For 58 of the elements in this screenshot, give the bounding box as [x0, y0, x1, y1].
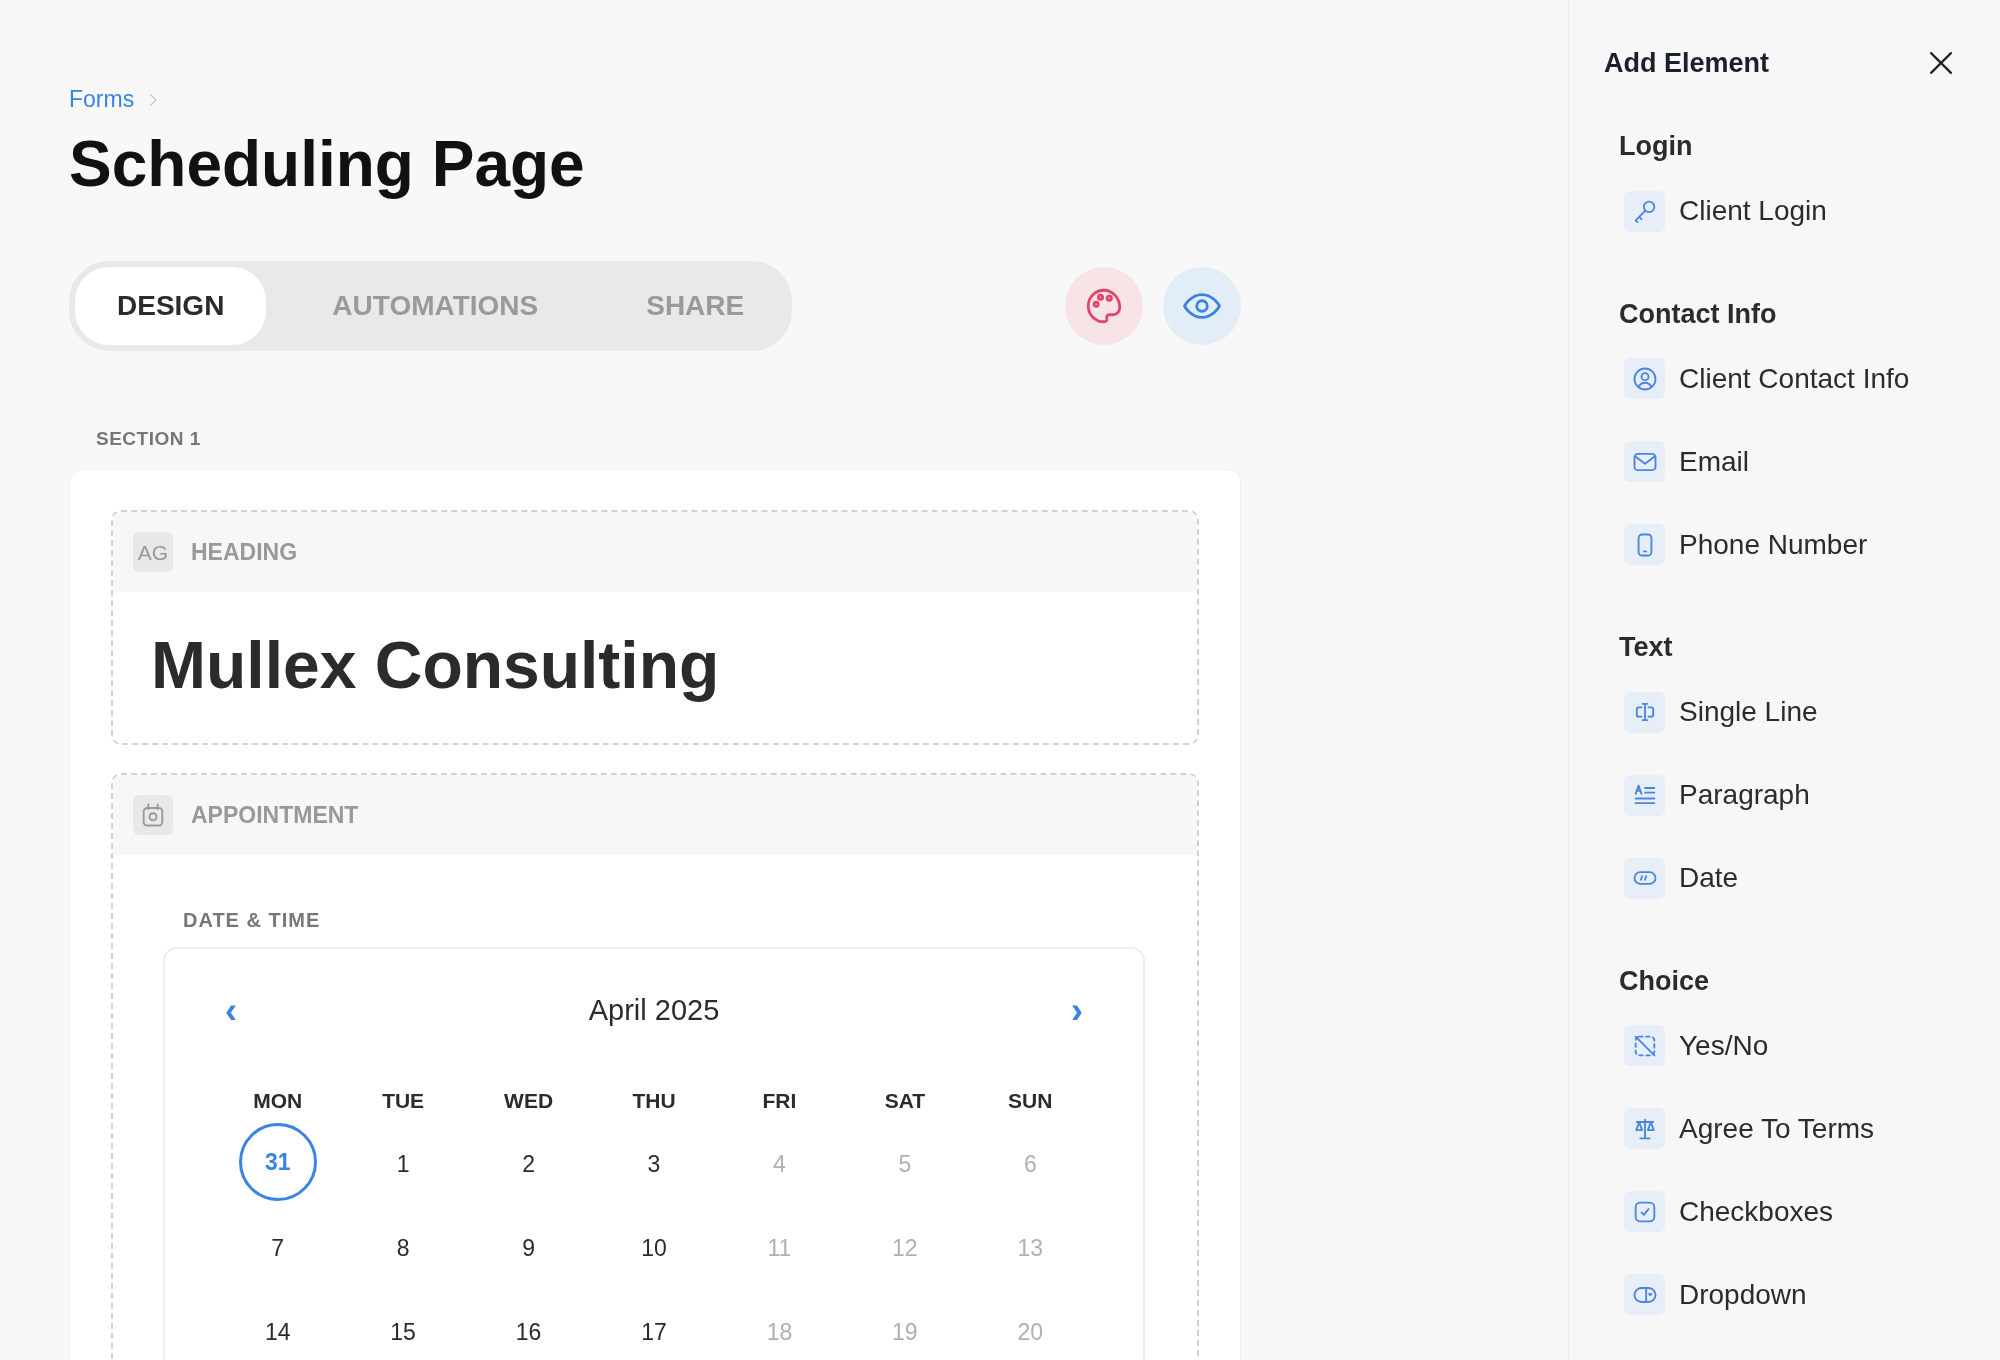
calendar-day[interactable]: 3 — [615, 1144, 693, 1181]
group-heading: Text — [1619, 631, 1674, 664]
panel-title: Add Element — [1604, 46, 1770, 80]
heading-icon: AG — [133, 532, 173, 573]
element-item[interactable]: Single Line — [1624, 681, 1818, 743]
weekday-label: TUE — [381, 1087, 426, 1114]
item-label: Client Contact Info — [1679, 361, 1910, 396]
block-label: APPOINTMENT — [191, 801, 359, 831]
weekday-label: THU — [631, 1087, 677, 1114]
breadcrumb-link[interactable]: Forms — [69, 81, 135, 117]
heading-text: Mullex Consulting — [150, 627, 721, 705]
next-month-button[interactable]: › — [1061, 993, 1093, 1030]
weekday-label: SUN — [1007, 1087, 1054, 1114]
element-item[interactable]: Phone Number — [1624, 514, 1868, 575]
calendar-day[interactable]: 31 — [238, 1123, 317, 1202]
calendar-day[interactable]: 10 — [615, 1228, 693, 1265]
element-item[interactable]: Checkboxes — [1624, 1181, 1834, 1242]
calendar-day[interactable]: 2 — [489, 1144, 568, 1181]
item-label: Phone Number — [1679, 527, 1868, 562]
element-item[interactable]: Email — [1624, 431, 1749, 492]
group-heading: Login — [1619, 130, 1694, 163]
block-label: HEADING — [191, 538, 298, 568]
item-label: Date — [1679, 861, 1739, 895]
element-item[interactable]: Paragraph — [1624, 764, 1810, 826]
element-item[interactable]: Agree To Terms — [1624, 1098, 1875, 1159]
calendar-day[interactable]: 7 — [238, 1228, 317, 1265]
element-item[interactable]: Dropdown — [1624, 1264, 1807, 1325]
calendar-day[interactable]: 17 — [615, 1312, 693, 1349]
item-label: Agree To Terms — [1679, 1111, 1875, 1146]
item-label: Paragraph — [1679, 778, 1810, 812]
tab[interactable]: DESIGN — [75, 266, 267, 345]
group-heading: Choice — [1619, 964, 1711, 998]
section-label: SECTION 1 — [96, 426, 202, 451]
calendar-day[interactable]: 15 — [364, 1312, 443, 1349]
group-heading: Contact Info — [1619, 297, 1778, 331]
calendar-day[interactable]: 8 — [364, 1228, 443, 1265]
weekday-label: SAT — [883, 1087, 927, 1114]
calendar-day[interactable]: 1 — [364, 1144, 443, 1181]
item-label: Checkboxes — [1679, 1194, 1834, 1229]
previous-month-button[interactable]: ‹ — [215, 993, 247, 1030]
field-label: DATE & TIME — [183, 908, 322, 934]
month-title: April 2025 — [588, 993, 720, 1029]
weekday-label: WED — [503, 1087, 555, 1114]
element-item[interactable]: Yes/No — [1624, 1015, 1769, 1076]
calendar-day[interactable]: 16 — [489, 1312, 568, 1349]
calendar-day[interactable]: 9 — [489, 1228, 568, 1265]
page-title: Scheduling Page — [69, 127, 586, 202]
item-label: Yes/No — [1679, 1028, 1769, 1063]
element-item[interactable]: Date — [1624, 847, 1739, 909]
weekday-label: MON — [252, 1087, 304, 1114]
element-item[interactable]: Client Contact Info — [1624, 348, 1910, 409]
item-label: Client Login — [1679, 194, 1827, 228]
item-label: Email — [1679, 444, 1749, 479]
item-label: Single Line — [1679, 695, 1818, 729]
item-label: Dropdown — [1679, 1277, 1807, 1312]
calendar-day[interactable]: 14 — [238, 1312, 317, 1349]
element-item[interactable]: Client Login — [1624, 180, 1827, 242]
weekday-label: FRI — [761, 1087, 798, 1114]
